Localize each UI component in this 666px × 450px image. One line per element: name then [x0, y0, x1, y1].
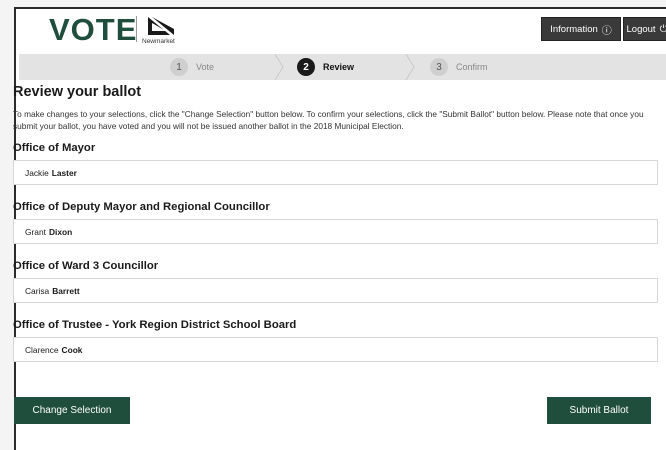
candidate-first-name: Grant	[25, 226, 46, 237]
submit-ballot-button[interactable]: Submit Ballot	[547, 397, 651, 424]
vote-logo: VOTE	[49, 12, 138, 47]
selected-candidate: Jackie Laster	[13, 160, 658, 185]
office-title: Office of Trustee - York Region District…	[13, 319, 297, 331]
office-title: Office of Deputy Mayor and Regional Coun…	[13, 201, 270, 213]
selected-candidate: Clarence Cook	[13, 337, 658, 362]
review-content: Review your ballot To make changes to yo…	[13, 84, 663, 362]
logo-town-name: Newmarket	[142, 38, 175, 45]
page-title: Review your ballot	[13, 84, 142, 100]
candidate-last-name: Cook	[61, 344, 83, 355]
office-section: Office of Deputy Mayor and Regional Coun…	[13, 201, 663, 244]
selected-candidate: Carisa Barrett	[13, 278, 658, 303]
instructions-text: To make changes to your selections, clic…	[13, 109, 644, 131]
office-section: Office of Mayor Jackie Laster	[13, 142, 663, 185]
step-number: 1	[170, 58, 188, 76]
candidate-last-name: Laster	[51, 167, 77, 178]
step-separator-icon	[274, 54, 284, 80]
office-section: Office of Trustee - York Region District…	[13, 319, 663, 362]
candidate-last-name: Dixon	[48, 226, 73, 237]
step-number: 2	[297, 58, 315, 76]
progress-stepper: 1 Vote 2 Review 3 Confirm	[19, 54, 666, 80]
selected-candidate: Grant Dixon	[13, 219, 658, 244]
step-review: 2 Review	[297, 57, 354, 77]
candidate-first-name: Jackie	[25, 167, 49, 178]
step-label: Confirm	[456, 62, 488, 72]
logout-label: Logout	[626, 23, 656, 35]
step-separator-icon	[405, 54, 415, 80]
step-number: 3	[430, 58, 448, 76]
office-title: Office of Ward 3 Councillor	[13, 260, 159, 272]
candidate-last-name: Barrett	[52, 285, 80, 296]
office-section: Office of Ward 3 Councillor Carisa Barre…	[13, 260, 663, 303]
info-circle-icon: ⓘ	[601, 25, 612, 37]
change-selection-button[interactable]: Change Selection	[14, 397, 130, 424]
candidate-first-name: Carisa	[25, 285, 50, 296]
step-confirm: 3 Confirm	[430, 57, 488, 77]
logo-divider	[136, 16, 137, 42]
logout-button[interactable]: Logout ⏻	[623, 17, 666, 41]
step-label: Vote	[196, 62, 215, 72]
newmarket-logo-icon	[148, 17, 174, 35]
power-icon: ⏻	[660, 24, 666, 35]
information-label: Information	[550, 23, 598, 35]
office-title: Office of Mayor	[13, 142, 96, 154]
information-button[interactable]: Information ⓘ	[541, 17, 621, 41]
header: VOTE Newmarket Information ⓘ Logout ⏻	[16, 9, 666, 51]
candidate-first-name: Clarence	[25, 344, 59, 355]
step-vote: 1 Vote	[170, 57, 214, 77]
step-label: Review	[323, 62, 355, 72]
